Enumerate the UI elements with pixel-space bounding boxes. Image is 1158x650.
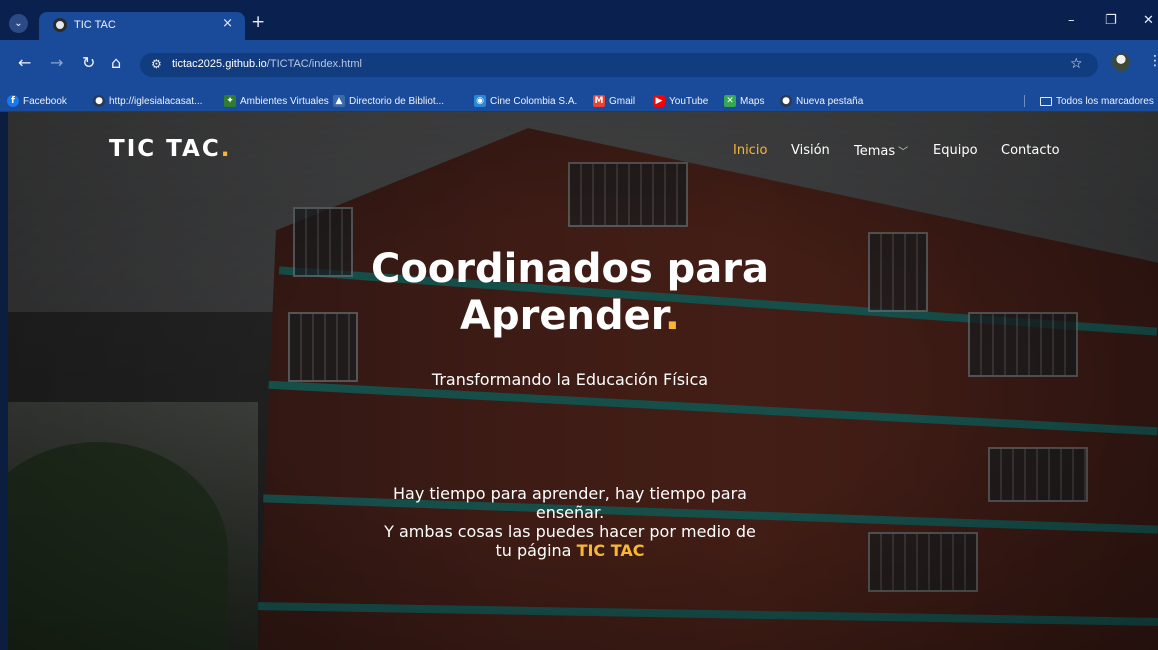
close-window-icon[interactable]: ✕ xyxy=(1143,13,1154,28)
hero-title-line2: Aprender xyxy=(460,293,665,339)
globe-icon: ● xyxy=(780,95,792,107)
logo-text: TIC TAC xyxy=(109,136,221,162)
bookmarks-bar: f Facebook ● http://iglesialacasat... ✦ … xyxy=(0,90,1158,112)
gmail-icon: M xyxy=(593,95,605,107)
url-host: tictac2025.github.io xyxy=(172,58,267,70)
hero-title: Coordinados para Aprender. xyxy=(300,246,840,340)
tab-close-icon[interactable]: × xyxy=(222,16,233,31)
bookmark-nueva-pestana[interactable]: ● Nueva pestaña xyxy=(780,94,863,108)
folder-icon xyxy=(1040,96,1052,106)
bookmark-gmail[interactable]: M Gmail xyxy=(593,94,635,108)
hero-body-line3: Y ambas cosas las puedes hacer por medio… xyxy=(384,522,756,541)
profile-avatar[interactable] xyxy=(1112,53,1130,71)
tab-title: TIC TAC xyxy=(74,19,116,31)
favicon-icon xyxy=(53,18,67,32)
cine-colombia-icon: ◉ xyxy=(474,95,486,107)
all-bookmarks-folder[interactable]: Todos los marcadores xyxy=(1040,94,1154,108)
restore-icon[interactable]: ❐ xyxy=(1105,13,1117,28)
bookmark-label: Maps xyxy=(740,95,765,107)
hero-body-line1: Hay tiempo para aprender, hay tiempo par… xyxy=(393,484,747,503)
bookmark-label: Nueva pestaña xyxy=(796,95,864,107)
youtube-icon: ▶ xyxy=(653,95,665,107)
web-page: TIC TAC. Inicio Visión Temas ﹀ Equipo Con… xyxy=(8,112,1158,650)
bookmark-ambientes-virtuales[interactable]: ✦ Ambientes Virtuales xyxy=(224,94,329,108)
hero-title-line1: Coordinados para xyxy=(370,246,770,292)
facebook-icon: f xyxy=(7,95,19,107)
bookmarks-separator xyxy=(1024,95,1025,107)
new-tab-icon[interactable]: + xyxy=(251,14,265,31)
hero-brand: TIC TAC xyxy=(576,541,645,560)
hero-subtitle: Transformando la Educación Física xyxy=(431,370,709,389)
tab-search-icon[interactable]: ⌄ xyxy=(9,14,28,33)
home-icon[interactable]: ⌂ xyxy=(111,55,121,71)
reload-icon[interactable]: ↻ xyxy=(82,55,95,71)
tab-strip: ⌄ TIC TAC × + – ❐ ✕ xyxy=(0,0,1158,40)
all-bookmarks-label: Todos los marcadores xyxy=(1056,95,1154,107)
bookmark-label: http://iglesialacasat... xyxy=(109,95,203,107)
nav-equipo[interactable]: Equipo xyxy=(933,143,978,158)
url-text[interactable]: tictac2025.github.io/TICTAC/index.html xyxy=(172,58,362,70)
site-logo[interactable]: TIC TAC. xyxy=(109,136,231,162)
bookmark-cine-colombia[interactable]: ◉ Cine Colombia S.A. xyxy=(474,94,577,108)
library-icon: ▲ xyxy=(333,95,345,107)
tab-active[interactable]: TIC TAC × xyxy=(39,12,245,40)
hero-body-line2: enseñar. xyxy=(535,503,605,522)
star-icon[interactable]: ☆ xyxy=(1070,56,1083,72)
site-info-icon[interactable]: ⚙ xyxy=(151,57,162,71)
chevron-down-icon: ﹀ xyxy=(898,147,909,158)
browser-toolbar: ← → ↻ ⌂ ⚙ tictac2025.github.io/TICTAC/in… xyxy=(0,40,1158,90)
address-bar[interactable]: ⚙ tictac2025.github.io/TICTAC/index.html… xyxy=(140,53,1098,77)
bookmark-youtube[interactable]: ▶ YouTube xyxy=(653,94,708,108)
globe-icon: ● xyxy=(93,95,105,107)
nav-temas[interactable]: Temas ﹀ xyxy=(854,143,908,159)
bookmark-label: Ambientes Virtuales xyxy=(240,95,329,107)
browser-window: ⌄ TIC TAC × + – ❐ ✕ ← → ↻ ⌂ ⚙ tictac2025… xyxy=(0,0,1158,650)
back-arrow-icon[interactable]: ← xyxy=(18,55,31,71)
bookmark-facebook[interactable]: f Facebook xyxy=(7,94,67,108)
bookmark-label: Gmail xyxy=(609,95,636,107)
bookmark-label: Cine Colombia S.A. xyxy=(490,95,578,107)
kebab-menu-icon[interactable]: ⋮ xyxy=(1148,53,1158,69)
hero-body-line4: tu página xyxy=(495,541,572,560)
hero-title-dot: . xyxy=(664,293,680,339)
nav-vision[interactable]: Visión xyxy=(791,143,830,158)
forward-arrow-icon[interactable]: → xyxy=(50,55,63,71)
bookmark-label: Facebook xyxy=(23,95,67,107)
minimize-icon[interactable]: – xyxy=(1068,13,1075,28)
ambientes-icon: ✦ xyxy=(224,95,236,107)
logo-dot: . xyxy=(220,136,232,162)
bookmark-iglesia[interactable]: ● http://iglesialacasat... xyxy=(93,94,202,108)
bookmark-maps[interactable]: ✕ Maps xyxy=(724,94,764,108)
url-path: /TICTAC/index.html xyxy=(266,58,362,70)
nav-inicio[interactable]: Inicio xyxy=(733,143,767,158)
bookmark-label: Directorio de Bibliot... xyxy=(349,95,445,107)
hero-body: Hay tiempo para aprender, hay tiempo par… xyxy=(340,484,800,560)
nav-contacto[interactable]: Contacto xyxy=(1001,143,1060,158)
nav-temas-label: Temas xyxy=(854,144,896,159)
bookmark-label: YouTube xyxy=(669,95,709,107)
bookmark-directorio[interactable]: ▲ Directorio de Bibliot... xyxy=(333,94,444,108)
maps-icon: ✕ xyxy=(724,95,736,107)
